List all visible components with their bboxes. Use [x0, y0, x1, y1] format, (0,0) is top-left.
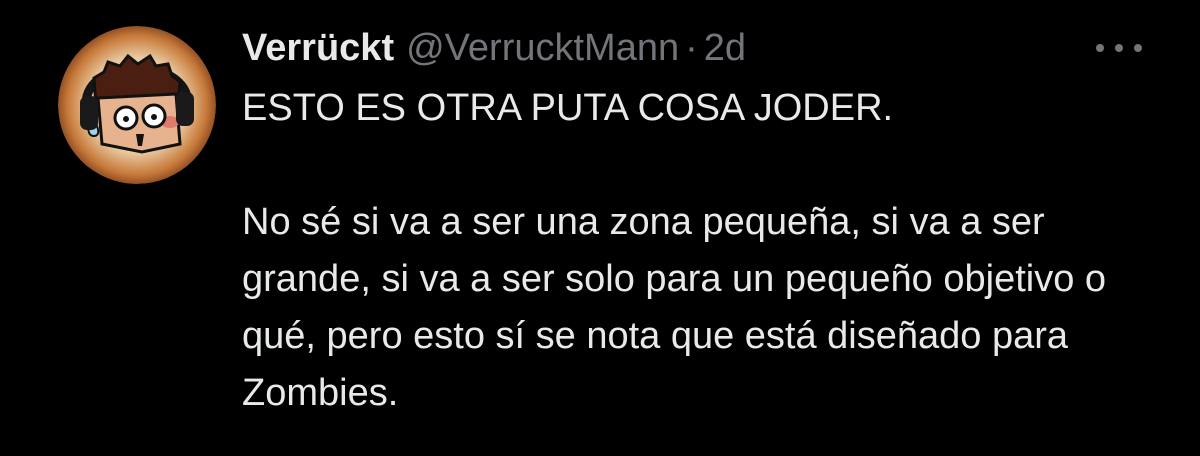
timestamp[interactable]: 2d	[704, 27, 746, 70]
tweet-header: Verrückt @VerrucktMann · 2d	[242, 18, 746, 78]
tweet-text: ESTO ES OTRA PUTA COSA JODER. No sé si v…	[242, 80, 1172, 422]
user-handle[interactable]: @VerrucktMann	[406, 27, 679, 70]
cartoon-face-headphones-icon	[58, 26, 216, 184]
avatar[interactable]	[58, 26, 216, 184]
display-name[interactable]: Verrückt	[242, 27, 394, 70]
tweet-paragraph: ESTO ES OTRA PUTA COSA JODER.	[242, 87, 894, 129]
more-options-icon[interactable]	[1096, 38, 1142, 58]
tweet-paragraph: No sé si va a ser una zona pequeña, si v…	[242, 201, 1107, 414]
separator-dot: ·	[685, 26, 698, 69]
tweet[interactable]: Verrückt @VerrucktMann · 2d ESTO ES OTRA…	[0, 0, 1200, 456]
